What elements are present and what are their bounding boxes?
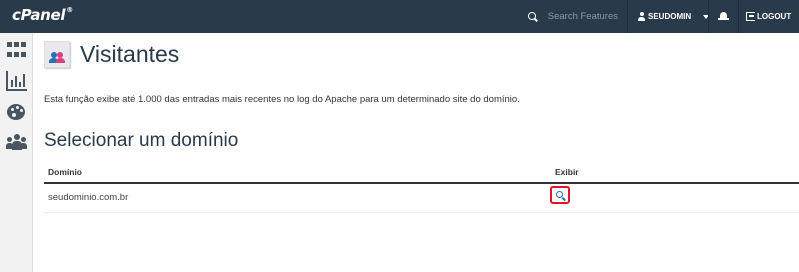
- sidebar: [0, 33, 33, 272]
- bell-icon[interactable]: [718, 11, 729, 22]
- user-menu[interactable]: SEUDOMIN: [637, 0, 710, 33]
- palette-icon[interactable]: [6, 103, 27, 123]
- navbar-divider: [738, 0, 739, 33]
- search-features[interactable]: Search Features: [518, 0, 618, 33]
- column-header-domain[interactable]: Domínio: [48, 167, 82, 177]
- search-input[interactable]: Search Features: [548, 11, 618, 22]
- page-description: Esta função exibe até 1.000 das entradas…: [44, 94, 520, 105]
- home-grid-icon[interactable]: [6, 41, 27, 61]
- user-icon: [637, 12, 646, 21]
- navbar-divider: [627, 0, 628, 33]
- section-title: Selecionar um domínio: [44, 130, 239, 151]
- username-label: SEUDOMIN: [648, 12, 692, 21]
- page-title: Visitantes: [80, 41, 180, 67]
- top-navbar: cPanel® Search Features SEUDOMIN LOGOUT: [0, 0, 799, 33]
- view-visitors-button[interactable]: [550, 186, 570, 204]
- cpanel-logo[interactable]: cPanel®: [12, 6, 73, 24]
- users-group-icon[interactable]: [6, 134, 27, 154]
- logout-button[interactable]: LOGOUT: [746, 0, 791, 33]
- row-divider: [44, 212, 799, 213]
- logout-icon: [746, 12, 755, 21]
- table-header-divider: [44, 182, 799, 184]
- statistics-chart-icon[interactable]: [6, 71, 27, 91]
- column-header-view: Exibir: [555, 167, 579, 177]
- domain-cell: seudominio.com.br: [48, 192, 129, 203]
- navbar-divider: [708, 0, 709, 33]
- visitors-icon: [44, 41, 70, 68]
- logout-label: LOGOUT: [757, 12, 792, 21]
- magnifier-icon: [556, 191, 565, 200]
- search-icon[interactable]: [528, 11, 536, 22]
